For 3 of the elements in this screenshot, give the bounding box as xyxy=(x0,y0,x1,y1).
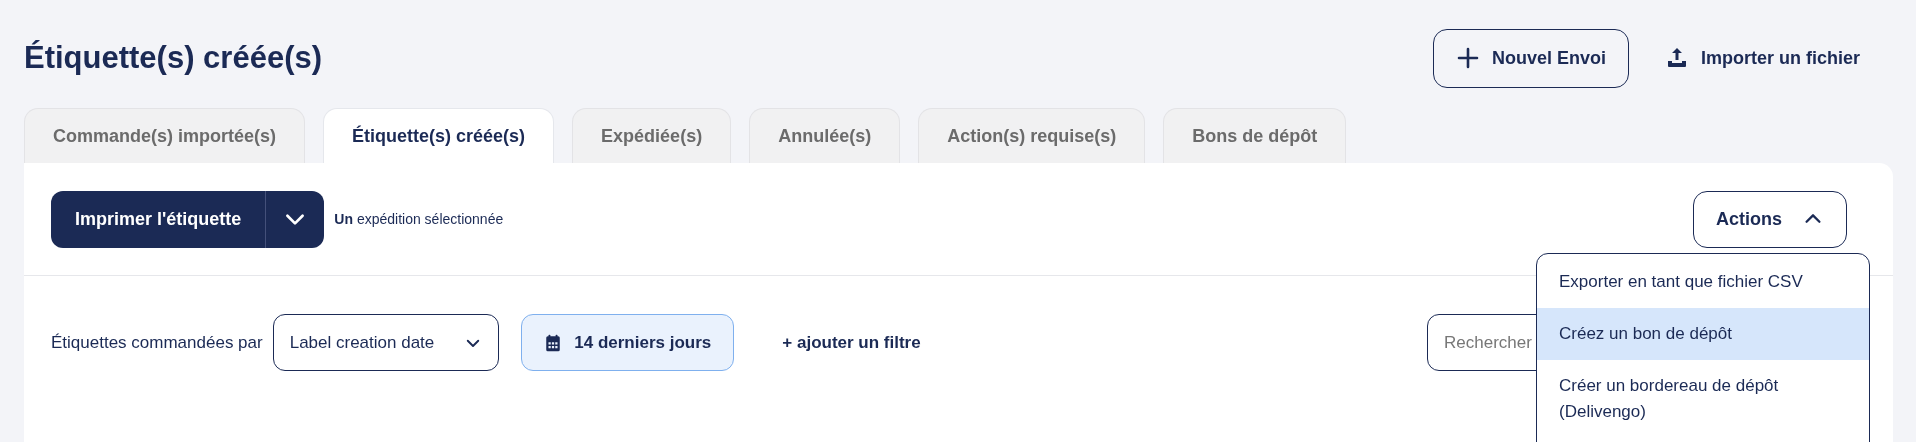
selection-count: Un expédition sélectionnée xyxy=(334,209,504,229)
sort-label: Étiquettes commandées par xyxy=(51,331,263,354)
page-title: Étiquette(s) créée(s) xyxy=(24,38,323,77)
